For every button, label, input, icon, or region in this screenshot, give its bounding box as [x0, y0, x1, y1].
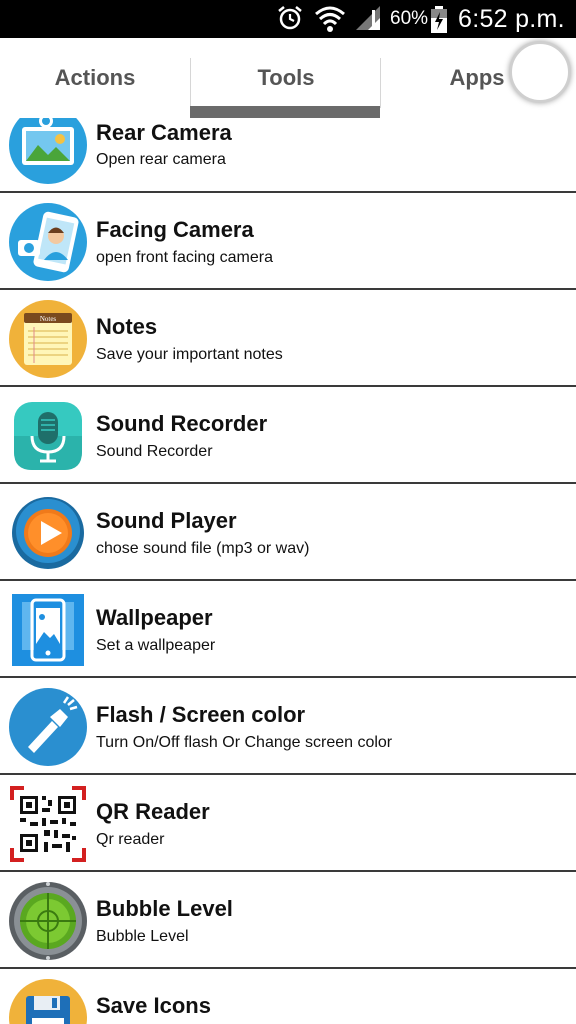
floating-action-circle[interactable] [509, 41, 571, 103]
signal-icon [356, 6, 380, 30]
item-title: Rear Camera [96, 120, 232, 145]
status-bar: 60% 6:52 p.m. [0, 0, 576, 38]
item-title: Save Icons [96, 993, 211, 1018]
item-title: Sound Recorder [96, 411, 268, 436]
item-title: Bubble Level [96, 896, 233, 921]
notes-icon: Notes [9, 300, 87, 378]
tools-list: Rear Camera Open rear camera Facing Came… [0, 118, 576, 1024]
item-subtitle: Sound Recorder [96, 443, 213, 460]
facing-camera-icon [9, 203, 87, 281]
clock: 6:52 p.m. [458, 5, 565, 33]
microphone-icon [14, 402, 82, 470]
play-icon [12, 497, 84, 569]
list-item-notes[interactable]: Notes Notes Save your important notes [0, 290, 576, 387]
item-title: Sound Player [96, 508, 237, 533]
rear-camera-icon [9, 118, 87, 184]
list-item-qr-reader[interactable]: QR Reader Qr reader [0, 775, 576, 872]
list-item-save-icons[interactable]: Save Icons [0, 969, 576, 1024]
item-title: QR Reader [96, 799, 210, 824]
list-item-sound-recorder[interactable]: Sound Recorder Sound Recorder [0, 387, 576, 484]
tab-actions[interactable]: Actions [0, 38, 190, 118]
list-item-facing-camera[interactable]: Facing Camera open front facing camera [0, 193, 576, 290]
list-item-wallpaper[interactable]: Wallpeaper Set a wallpeaper [0, 581, 576, 678]
item-subtitle: chose sound file (mp3 or wav) [96, 540, 310, 557]
item-subtitle: open front facing camera [96, 249, 273, 266]
qr-code-icon [10, 786, 86, 862]
alarm-icon [278, 6, 302, 30]
item-subtitle: Qr reader [96, 831, 165, 848]
list-item-flash-screen-color[interactable]: Flash / Screen color Turn On/Off flash O… [0, 678, 576, 775]
flashlight-icon [9, 688, 87, 766]
item-subtitle: Set a wallpeaper [96, 637, 216, 654]
item-title: Notes [96, 314, 158, 339]
item-subtitle: Bubble Level [96, 928, 189, 945]
list-item-bubble-level[interactable]: Bubble Level Bubble Level [0, 872, 576, 969]
tab-divider [380, 58, 381, 108]
item-subtitle: Open rear camera [96, 151, 226, 168]
list-item-rear-camera[interactable]: Rear Camera Open rear camera [0, 118, 576, 193]
item-title: Wallpeaper [96, 605, 213, 630]
tab-bar: Actions Tools Apps [0, 38, 576, 119]
item-title: Facing Camera [96, 217, 254, 242]
tab-indicator [190, 106, 380, 118]
list-item-sound-player[interactable]: Sound Player chose sound file (mp3 or wa… [0, 484, 576, 581]
svg-text:Notes: Notes [40, 315, 57, 323]
item-title: Flash / Screen color [96, 702, 306, 727]
wallpaper-icon [12, 594, 84, 666]
wifi-icon [315, 6, 345, 32]
bubble-level-icon [9, 882, 87, 960]
floppy-disk-icon [9, 979, 87, 1024]
battery-percent: 60% [390, 8, 429, 29]
item-subtitle: Save your important notes [96, 346, 283, 363]
battery-charging-icon [431, 6, 447, 33]
item-subtitle: Turn On/Off flash Or Change screen color [96, 734, 393, 751]
